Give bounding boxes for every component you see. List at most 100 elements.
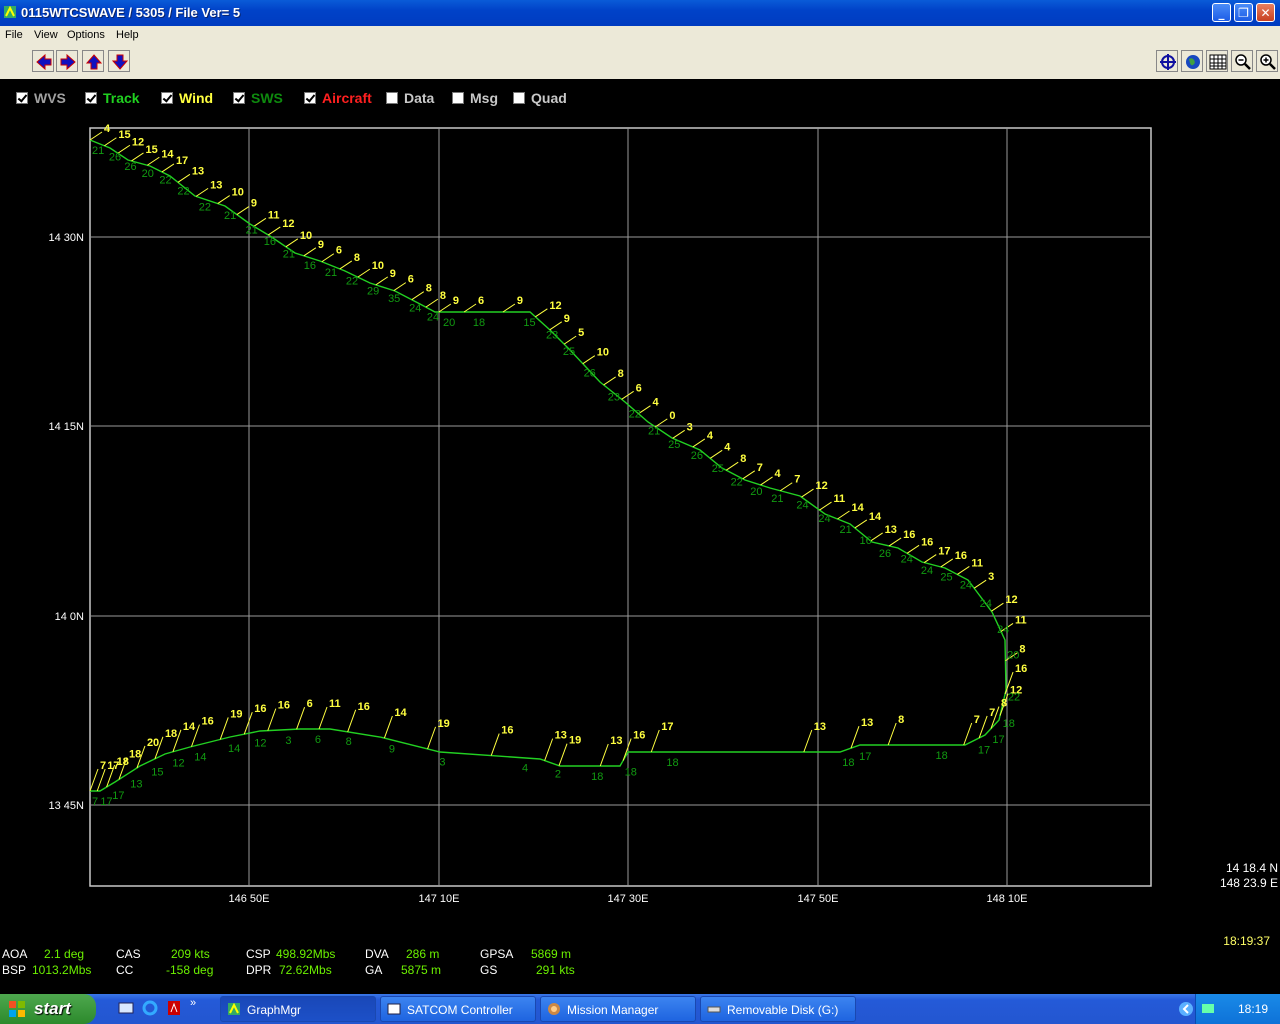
wind-speed-label: 19 <box>569 735 581 747</box>
sws-label: 20 <box>750 486 762 498</box>
layer-label: WVS <box>34 90 66 106</box>
quicklaunch-more-icon[interactable]: » <box>190 997 206 1013</box>
wind-speed-label: 17 <box>176 155 188 167</box>
wind-barb <box>502 303 516 313</box>
checkbox[interactable] <box>513 92 525 104</box>
status-panel: AOA 2.1 deg CAS 209 kts CSP 498.92Mbs DV… <box>0 945 1280 981</box>
checkbox[interactable] <box>233 92 245 104</box>
acrobat-icon[interactable] <box>166 1000 182 1016</box>
menu-help[interactable]: Help <box>116 29 139 41</box>
menu-view[interactable]: View <box>34 29 58 41</box>
checkbox[interactable] <box>386 92 398 104</box>
wind-speed-label: 9 <box>318 239 324 251</box>
crosshair-icon <box>1160 54 1176 70</box>
wind-speed-label: 9 <box>390 268 396 280</box>
layer-toggle-sws[interactable]: SWS <box>233 90 283 106</box>
wind-speed-label: 13 <box>610 735 622 747</box>
wind-speed-label: 4 <box>707 430 714 442</box>
sws-label: 7 <box>92 796 98 808</box>
wind-speed-label: 19 <box>230 708 242 720</box>
checkbox[interactable] <box>304 92 316 104</box>
wind-speed-label: 20 <box>147 737 159 749</box>
sws-label: 8 <box>346 736 352 748</box>
pan-down-button[interactable] <box>108 50 130 72</box>
wind-speed-label: 16 <box>633 730 645 742</box>
wind-speed-label: 8 <box>740 453 746 465</box>
sws-label: 24 <box>960 580 972 592</box>
menu-options[interactable]: Options <box>67 29 105 41</box>
minimize-button[interactable]: _ <box>1212 3 1231 22</box>
checkbox[interactable] <box>452 92 464 104</box>
title-bar[interactable]: 0115WTCSWAVE / 5305 / File Ver= 5 _ ❐ ✕ <box>0 0 1280 26</box>
pan-right-button[interactable] <box>56 50 78 72</box>
layer-toggle-track[interactable]: Track <box>85 90 140 106</box>
task-graphmgr[interactable]: GraphMgr <box>220 996 376 1022</box>
cursor-lat-readout: 14 18.4 N <box>1225 861 1278 875</box>
zoom-in-icon <box>1260 54 1276 70</box>
layer-toggle-wind[interactable]: Wind <box>161 90 213 106</box>
pan-up-button[interactable] <box>82 50 104 72</box>
task-removable-disk[interactable]: Removable Disk (G:) <box>700 996 856 1022</box>
wind-speed-label: 12 <box>549 300 561 312</box>
sws-label: 17 <box>859 751 871 763</box>
app-icon <box>4 5 16 18</box>
network-icon[interactable] <box>1200 1001 1216 1017</box>
center-button[interactable] <box>1156 50 1178 72</box>
grid-button[interactable] <box>1206 50 1228 72</box>
sws-label: 22 <box>629 408 641 420</box>
menu-file[interactable]: File <box>5 29 23 41</box>
desktop-icon[interactable] <box>118 1000 134 1016</box>
layer-toggle-aircraft[interactable]: Aircraft <box>304 90 372 106</box>
wind-barb <box>819 501 832 511</box>
internet-explorer-icon[interactable] <box>142 1000 158 1016</box>
cas-label: CAS <box>116 947 141 961</box>
checkbox[interactable] <box>16 92 28 104</box>
lat-tick-label: 14 30N <box>49 232 85 244</box>
sws-label: 16 <box>860 535 872 547</box>
sws-label: 21 <box>648 425 660 437</box>
wind-speed-label: 8 <box>1019 644 1025 656</box>
close-button[interactable]: ✕ <box>1256 3 1275 22</box>
zoom-out-icon <box>1235 54 1251 70</box>
sws-label: 22 <box>1008 691 1020 703</box>
wind-barb <box>940 558 954 568</box>
restore-button[interactable]: ❐ <box>1234 3 1253 22</box>
pan-left-button[interactable] <box>32 50 54 72</box>
checkbox[interactable] <box>85 92 97 104</box>
task-satcom-controller[interactable]: SATCOM Controller <box>380 996 536 1022</box>
start-button[interactable]: start <box>0 994 96 1024</box>
task-mission-manager[interactable]: Mission Manager <box>540 996 696 1022</box>
wind-speed-label: 16 <box>955 550 967 562</box>
drive-icon <box>707 1006 721 1013</box>
bsp-value: 1013.2Mbs <box>32 963 92 977</box>
wind-speed-label: 15 <box>145 144 157 156</box>
wind-speed-label: 18 <box>165 728 177 740</box>
zoom-in-button[interactable] <box>1256 50 1278 72</box>
track-plot[interactable]: 14 30N14 15N14 0N13 45N146 50E 147 10E 147… <box>0 120 1280 910</box>
flight-track-map[interactable]: 14 30N 14 15N 14 0N 13 45N 146 50E 147 10E 147… <box>0 120 1280 910</box>
lat-tick-label: 14 15N <box>49 421 85 433</box>
layer-label: Aircraft <box>322 90 372 106</box>
toolbar <box>0 46 1280 79</box>
wind-barb <box>803 729 813 753</box>
layer-toggle-quad[interactable]: Quad <box>513 90 567 106</box>
layer-toggle-data[interactable]: Data <box>386 90 434 106</box>
sws-label: 24 <box>796 500 808 512</box>
globe-button[interactable] <box>1181 50 1203 72</box>
layer-toggle-wvs[interactable]: WVS <box>16 90 66 106</box>
arrow-down-icon <box>111 54 129 70</box>
menu-bar: File View Options Help <box>0 26 1280 46</box>
sws-label: 25 <box>712 463 724 475</box>
wind-barb <box>725 461 739 471</box>
dva-label: DVA <box>365 947 389 961</box>
flight-track-line <box>89 139 1007 792</box>
checkbox[interactable] <box>161 92 173 104</box>
layer-toggle-msg[interactable]: Msg <box>452 90 498 106</box>
wind-speed-label: 15 <box>118 129 130 141</box>
sws-label: 29 <box>367 286 379 298</box>
wind-speed-label: 7 <box>974 714 980 726</box>
tray-expand-icon[interactable] <box>1178 1001 1194 1017</box>
wind-speed-label: 8 <box>440 290 446 302</box>
gs-value: 291 kts <box>536 963 575 977</box>
zoom-out-button[interactable] <box>1231 50 1253 72</box>
